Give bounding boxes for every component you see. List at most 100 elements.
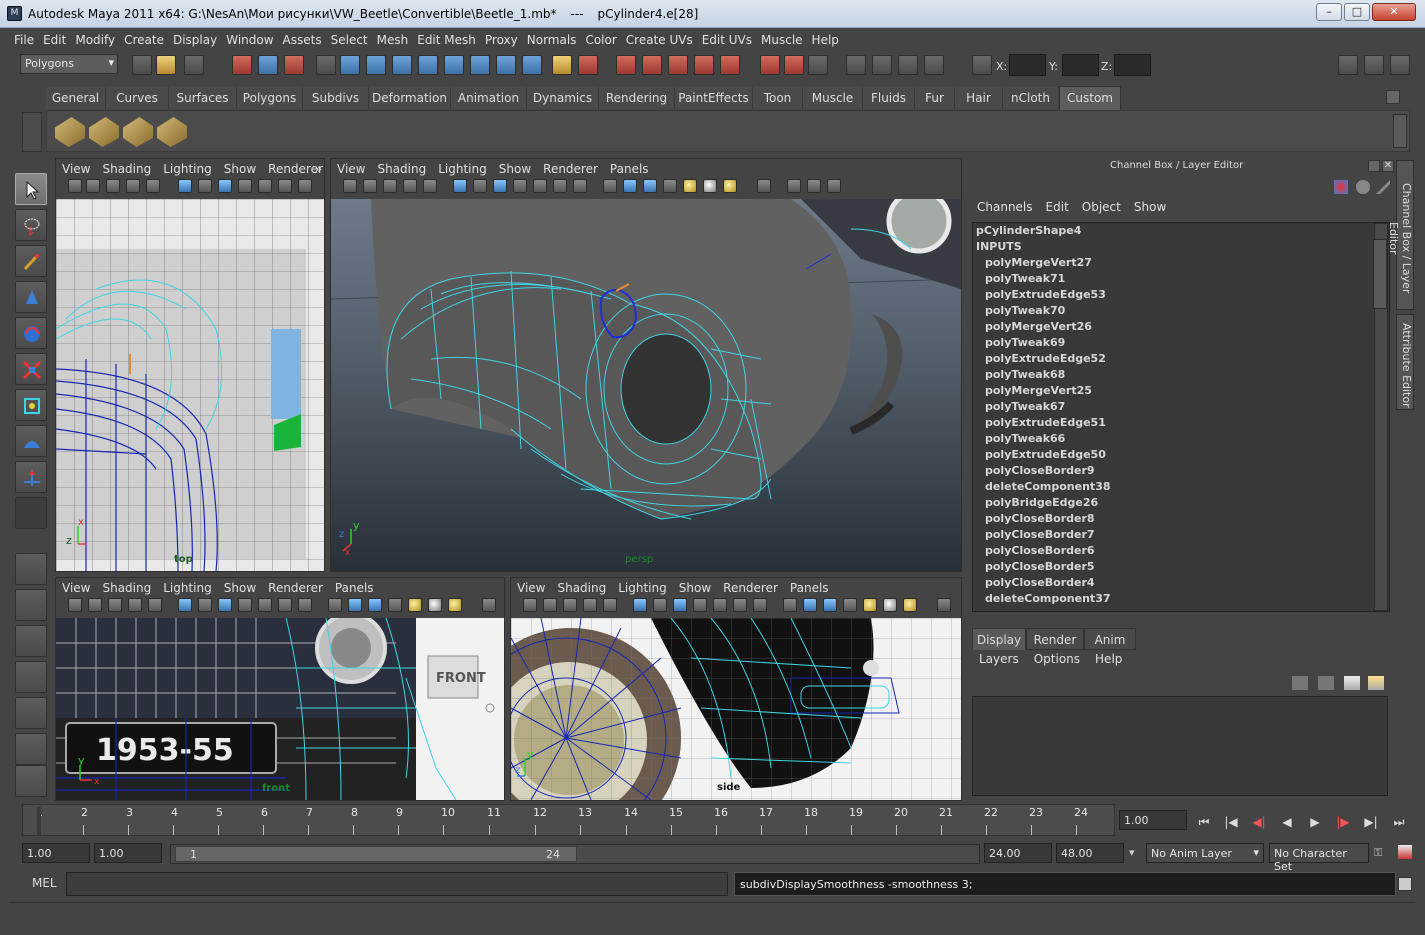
panel-persp-menu-shading[interactable]: Shading	[371, 159, 432, 176]
shelf-item-grid-icon[interactable]	[89, 117, 119, 147]
camera-attributes-icon[interactable]	[543, 598, 557, 612]
flat-shade-icon[interactable]	[238, 179, 252, 193]
share-icon[interactable]	[827, 179, 841, 193]
panel-persp-menu-panels[interactable]: Panels	[604, 159, 655, 176]
flat-shade-icon[interactable]	[693, 598, 707, 612]
shelf-tab-polygons[interactable]: Polygons	[237, 87, 303, 109]
menu-color[interactable]: Color	[581, 29, 621, 47]
menu-edit-mesh[interactable]: Edit Mesh	[413, 29, 481, 47]
shaded-wire-icon[interactable]	[803, 598, 817, 612]
menuset-dropdown[interactable]: Polygons ▾	[20, 54, 118, 74]
select-camera-icon[interactable]	[343, 179, 357, 193]
shelf-tab-muscle[interactable]: Muscle	[803, 87, 863, 109]
checker-icon[interactable]	[843, 598, 857, 612]
cb-input-item[interactable]: polyTweak68	[973, 367, 1389, 383]
default-material-icon[interactable]	[823, 598, 837, 612]
grid-icon[interactable]	[473, 179, 487, 193]
panel-persp-menu-view[interactable]: View	[331, 159, 371, 176]
layer-tab-anim[interactable]: Anim	[1084, 628, 1136, 650]
layout-persp-graph-icon[interactable]	[15, 661, 47, 693]
menu-window[interactable]: Window	[222, 29, 278, 47]
cb-input-item[interactable]: polyCloseBorder7	[973, 527, 1389, 543]
layout-side-by-side-icon[interactable]	[15, 625, 47, 657]
xray-joints-icon[interactable]	[482, 598, 496, 612]
resolution-gate-icon[interactable]	[148, 598, 162, 612]
select-curves-icon[interactable]	[392, 55, 412, 75]
wireframe-icon[interactable]	[633, 598, 647, 612]
frame-all-icon[interactable]	[807, 179, 821, 193]
menu-select[interactable]: Select	[327, 29, 373, 47]
menu-modify[interactable]: Modify	[71, 29, 120, 47]
flat-shade-icon[interactable]	[238, 598, 252, 612]
lasso-tool[interactable]	[15, 209, 47, 241]
menu-file[interactable]: File	[10, 29, 39, 47]
shelf-tab-deformation[interactable]: Deformation	[369, 87, 451, 109]
cb-input-item[interactable]: polyMergeVert27	[973, 255, 1389, 271]
step-forward-key-button[interactable]: ▶|	[1360, 812, 1382, 832]
ipr-render-icon[interactable]	[898, 55, 918, 75]
viewport-side[interactable]: y z side	[511, 618, 961, 800]
anim-layer-dropdown[interactable]: No Anim Layer ▾	[1146, 843, 1264, 863]
select-deformations-icon[interactable]	[444, 55, 464, 75]
close-panel-icon[interactable]: ✕	[1382, 160, 1394, 172]
smooth-shade-icon[interactable]	[218, 179, 232, 193]
y-field[interactable]	[1062, 54, 1099, 76]
wireframe-icon[interactable]	[178, 598, 192, 612]
character-set-dropdown[interactable]: No Character Set	[1269, 843, 1369, 873]
render-frame-icon[interactable]	[872, 55, 892, 75]
text-overlay-icon[interactable]	[753, 598, 767, 612]
paint-select-tool[interactable]	[15, 245, 47, 277]
image-plane-icon[interactable]	[583, 598, 597, 612]
time-slider[interactable]: 1 2 3 4 5 6 7 8 9 10 11 12 13 14 15 16 1…	[22, 804, 1115, 836]
layer-tab-display[interactable]: Display	[972, 628, 1026, 650]
layer-menu-help[interactable]: Help	[1088, 652, 1130, 666]
universal-manipulator-tool[interactable]	[15, 389, 47, 421]
menu-normals[interactable]: Normals	[523, 29, 582, 47]
step-back-key-button[interactable]: |◀	[1220, 812, 1242, 832]
all-lights-icon[interactable]	[703, 179, 717, 193]
play-backward-button[interactable]: ◀	[1276, 812, 1298, 832]
checker-icon[interactable]	[388, 598, 402, 612]
viewport-persp[interactable]: y z x persp	[331, 199, 961, 571]
shelf-tab-dynamics[interactable]: Dynamics	[527, 87, 599, 109]
use-lights-icon[interactable]	[903, 598, 917, 612]
panel-front-menu-show[interactable]: Show	[218, 578, 262, 595]
panel-side-menu-view[interactable]: View	[511, 578, 551, 595]
current-time-field[interactable]: 1.00	[1119, 810, 1187, 830]
panel-front-menu-lighting[interactable]: Lighting	[157, 578, 218, 595]
shelf-tab-ncloth[interactable]: nCloth	[1003, 87, 1059, 109]
xray-joints-icon[interactable]	[937, 598, 951, 612]
select-component-icon[interactable]	[284, 55, 304, 75]
script-editor-icon[interactable]	[1398, 877, 1412, 891]
range-slider-bar[interactable]: 1 24	[175, 846, 577, 862]
wireframe-icon[interactable]	[453, 179, 467, 193]
layout-hypershade-icon[interactable]	[15, 733, 47, 765]
default-material-icon[interactable]	[643, 179, 657, 193]
scale-tool[interactable]	[15, 353, 47, 385]
resolution-gate-icon[interactable]	[423, 179, 437, 193]
panel-top-more-menus[interactable]: »	[315, 162, 322, 176]
layer-menu-options[interactable]: Options	[1027, 652, 1088, 666]
playback-start-field[interactable]: 1.00	[94, 843, 162, 863]
textured-icon[interactable]	[733, 598, 747, 612]
cb-input-item[interactable]: polyTweak66	[973, 431, 1389, 447]
select-camera-icon[interactable]	[68, 179, 82, 193]
menu-create-uvs[interactable]: Create UVs	[622, 29, 698, 47]
tab-channel-box[interactable]: Channel Box / Layer Editor	[1387, 160, 1414, 310]
shelf-tab-painteffects[interactable]: PaintEffects	[675, 87, 753, 109]
new-layer-from-selection-icon[interactable]	[1368, 676, 1384, 690]
cb-menu-channels[interactable]: Channels	[972, 200, 1041, 214]
panel-front-menu-panels[interactable]: Panels	[329, 578, 380, 595]
speed-icon[interactable]	[1356, 180, 1370, 194]
textured-icon[interactable]	[553, 179, 567, 193]
start-time-field[interactable]: 1.00	[22, 843, 90, 863]
panel-front-menu-shading[interactable]: Shading	[96, 578, 157, 595]
xray-icon[interactable]	[713, 598, 727, 612]
x-field[interactable]	[1009, 54, 1046, 76]
mask-menu-icon[interactable]	[316, 55, 336, 75]
select-dynamics-icon[interactable]	[470, 55, 490, 75]
render-settings-icon[interactable]	[924, 55, 944, 75]
default-light-icon[interactable]	[863, 598, 877, 612]
cb-input-item[interactable]: polyCloseBorder9	[973, 463, 1389, 479]
select-hierarchy-icon[interactable]	[232, 55, 252, 75]
